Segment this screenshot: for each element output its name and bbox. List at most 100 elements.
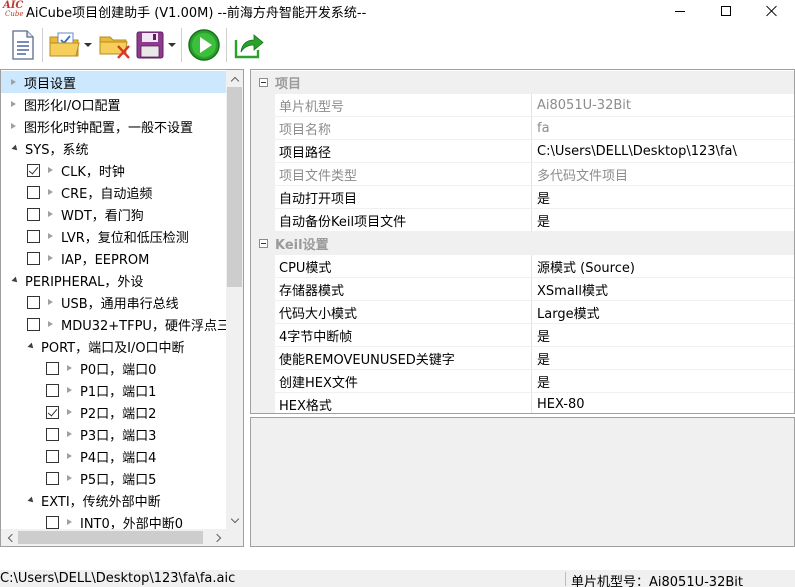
property-value[interactable]: 是 <box>532 186 794 209</box>
tree-item-checkbox[interactable] <box>27 229 40 243</box>
tree-item[interactable]: PORT，端口及I/O口中断 <box>1 335 227 357</box>
tree-expand-arrow-icon[interactable] <box>11 276 20 284</box>
tree-item-checkbox[interactable] <box>27 185 40 199</box>
tree-item[interactable]: MDU32+TFPU，硬件浮点三 <box>1 313 227 335</box>
tree-item[interactable]: SYS，系统 <box>1 137 227 159</box>
property-row[interactable]: 存储器模式 XSmall模式 <box>251 278 794 301</box>
folder-delete-icon <box>99 36 130 59</box>
property-row[interactable]: 项目文件类型 多代码文件项目 <box>251 163 794 186</box>
property-value[interactable]: C:\Users\DELL\Desktop\123\fa\ <box>532 140 794 163</box>
open-project-dropdown[interactable] <box>83 25 93 65</box>
chevron-down-icon <box>84 43 92 47</box>
scroll-up-button[interactable] <box>226 70 243 87</box>
tree-item[interactable]: PERIPHERAL，外设 <box>1 269 227 291</box>
module-tree-panel: 项目设置 图形化I/O口配置 图形化时钟配置，一般不设置 SYS，系统 CLK，时钟 CR… <box>0 69 244 547</box>
tree-item-checkbox[interactable] <box>46 383 59 397</box>
tree-item[interactable]: P1口，端口1 <box>1 379 227 401</box>
property-value[interactable]: XSmall模式 <box>532 278 794 301</box>
tree-item-checkbox[interactable] <box>46 405 59 419</box>
tree-expand-arrow-icon[interactable] <box>27 496 36 504</box>
tree-item[interactable]: 图形化I/O口配置 <box>1 93 227 115</box>
tree-expand-arrow-icon[interactable] <box>11 144 20 152</box>
new-document-icon <box>12 30 34 60</box>
property-name: 存储器模式 <box>275 278 532 301</box>
property-value[interactable]: 是 <box>532 347 794 370</box>
tree-item-checkbox[interactable] <box>27 317 40 331</box>
tree-item[interactable]: LVR，复位和低压检测 <box>1 225 227 247</box>
tree-item-label: MDU32+TFPU，硬件浮点三 <box>61 318 227 334</box>
tree-vertical-scrollbar[interactable] <box>226 70 243 546</box>
tree-item[interactable]: P0口，端口0 <box>1 357 227 379</box>
tree-expand-arrow-icon[interactable] <box>27 342 36 350</box>
scroll-right-button[interactable] <box>210 529 227 546</box>
tree-item-checkbox[interactable] <box>46 515 59 529</box>
property-row[interactable]: 使能REMOVEUNUSED关键字是 <box>251 347 794 370</box>
property-row[interactable]: 代码大小模式 Large模式 <box>251 301 794 324</box>
property-row[interactable]: 单片机型号 Ai8051U-32Bit <box>251 94 794 117</box>
tree-item-checkbox[interactable] <box>27 163 40 177</box>
property-gutter <box>251 301 275 324</box>
tree-item-checkbox[interactable] <box>46 471 59 485</box>
property-value[interactable]: 是 <box>532 324 794 347</box>
tree-item[interactable]: P4口，端口4 <box>1 445 227 467</box>
property-value[interactable]: HEX-80 <box>532 393 794 413</box>
horizontal-scroll-thumb[interactable] <box>18 531 203 544</box>
property-row[interactable]: 项目路径 C:\Users\DELL\Desktop\123\fa\ <box>251 140 794 163</box>
property-name: 使能REMOVEUNUSED关键字 <box>275 347 532 370</box>
close-button[interactable] <box>749 0 795 22</box>
property-value[interactable]: Large模式 <box>532 301 794 324</box>
tree-item[interactable]: P2口，端口2 <box>1 401 227 423</box>
category-collapse-toggle[interactable] <box>251 232 275 255</box>
tree-horizontal-scrollbar[interactable] <box>1 529 227 546</box>
tree-item-checkbox[interactable] <box>46 361 59 375</box>
tree-item[interactable]: WDT，看门狗 <box>1 203 227 225</box>
tree-item-checkbox[interactable] <box>46 427 59 441</box>
tree-item[interactable]: CLK，时钟 <box>1 159 227 181</box>
close-icon <box>766 5 778 17</box>
tree-item-checkbox[interactable] <box>27 207 40 221</box>
tree-leaf-arrow-icon[interactable] <box>11 101 16 107</box>
tree-item-checkbox[interactable] <box>27 251 40 265</box>
open-project-button[interactable] <box>47 25 83 65</box>
scroll-down-button[interactable] <box>226 512 243 529</box>
tree-item[interactable]: P3口，端口3 <box>1 423 227 445</box>
tree-item[interactable]: USB，通用串行总线 <box>1 291 227 313</box>
tree-item[interactable]: CRE，自动追频 <box>1 181 227 203</box>
new-project-button[interactable] <box>8 25 38 65</box>
tree-item-checkbox[interactable] <box>27 295 40 309</box>
toolbar-separator <box>226 28 227 62</box>
property-category[interactable]: 项目 <box>251 71 794 94</box>
property-row[interactable]: 4字节中断帧是 <box>251 324 794 347</box>
scroll-left-button[interactable] <box>1 529 18 546</box>
property-category[interactable]: Keil设置 <box>251 232 794 255</box>
tree-item[interactable]: 项目设置 <box>1 71 227 93</box>
property-row[interactable]: 创建HEX文件是 <box>251 370 794 393</box>
tree-leaf-arrow-icon[interactable] <box>11 79 16 85</box>
tree-item-label: P5口，端口5 <box>80 472 157 488</box>
export-button[interactable] <box>231 25 267 65</box>
property-gutter <box>251 163 275 186</box>
run-button[interactable] <box>186 25 222 65</box>
tree-item[interactable]: P5口，端口5 <box>1 467 227 489</box>
property-value[interactable]: 是 <box>532 209 794 232</box>
tree-leaf-arrow-icon[interactable] <box>11 123 16 129</box>
tree-item[interactable]: 图形化时钟配置，一般不设置 <box>1 115 227 137</box>
property-row[interactable]: 自动打开项目是 <box>251 186 794 209</box>
scroll-thumb[interactable] <box>227 87 242 287</box>
category-collapse-toggle[interactable] <box>251 71 275 94</box>
property-value[interactable]: 源模式 (Source) <box>532 255 794 278</box>
property-row[interactable]: 自动备份Keil项目文件是 <box>251 209 794 232</box>
maximize-button[interactable] <box>703 0 749 22</box>
close-project-button[interactable] <box>97 25 133 65</box>
tree-item[interactable]: EXTI，传统外部中断 <box>1 489 227 511</box>
save-project-button[interactable] <box>133 25 167 65</box>
property-row[interactable]: HEX格式 HEX-80 <box>251 393 794 413</box>
tree-item[interactable]: IAP，EEPROM <box>1 247 227 269</box>
save-project-dropdown[interactable] <box>167 25 177 65</box>
property-value[interactable]: 是 <box>532 370 794 393</box>
property-row[interactable]: 项目名称 fa <box>251 117 794 140</box>
tree-item-checkbox[interactable] <box>46 449 59 463</box>
window-title: AiCube项目创建助手 (V1.00M) --前海方舟智能开发系统-- <box>26 5 367 21</box>
property-row[interactable]: CPU模式 源模式 (Source) <box>251 255 794 278</box>
minimize-button[interactable] <box>657 0 703 22</box>
